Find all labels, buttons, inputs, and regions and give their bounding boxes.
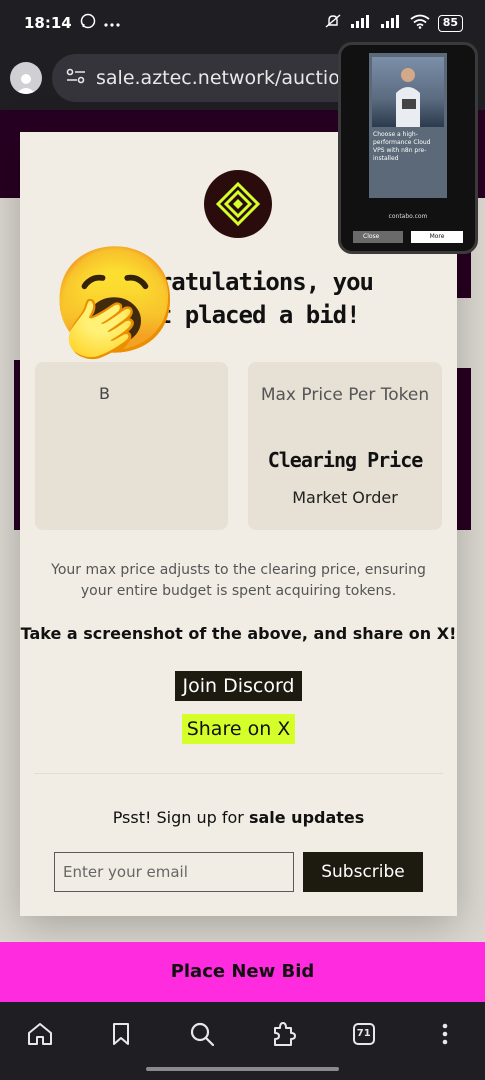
more-notifications-icon	[104, 14, 120, 32]
ad-headline: Choose a high-performance Cloud VPS with…	[373, 131, 431, 162]
person-illustration	[396, 68, 420, 127]
share-on-x-button[interactable]: Share on X	[182, 714, 295, 744]
signup-bold: sale updates	[248, 808, 365, 827]
order-type: Market Order	[292, 488, 398, 507]
signal-icon	[350, 14, 372, 32]
ad-close-button[interactable]: Close	[353, 231, 403, 243]
ad-more-button[interactable]: More	[411, 231, 463, 243]
ad-photo	[372, 57, 444, 127]
signup-text: Psst! Sign up for sale updates	[20, 808, 457, 827]
screenshot-cta: Take a screenshot of the above, and shar…	[20, 624, 457, 643]
signal-2-icon	[380, 14, 402, 32]
status-bar: 18:14 85	[0, 0, 485, 46]
wifi-icon	[410, 14, 430, 33]
max-price-value: Clearing Price	[267, 448, 424, 472]
url-text: sale.aztec.network/auction	[96, 67, 352, 89]
max-price-label: Max Price Per Token	[260, 385, 430, 405]
email-input[interactable]	[54, 852, 294, 892]
ad-creative: Choose a high-performance Cloud VPS with…	[369, 53, 447, 198]
home-icon[interactable]	[20, 1014, 60, 1054]
info-text: Your max price adjusts to the clearing p…	[51, 562, 426, 599]
join-discord-button[interactable]: Join Discord	[175, 671, 302, 701]
budget-label: B	[99, 384, 110, 403]
max-price-card: Max Price Per Token Clearing Price Marke…	[248, 362, 442, 530]
tabs-count: 71	[352, 1023, 375, 1045]
status-time: 18:14	[24, 14, 72, 32]
profile-avatar[interactable]	[10, 62, 42, 94]
floating-video-ad[interactable]: Choose a high-performance Cloud VPS with…	[338, 42, 478, 254]
aztec-logo	[204, 170, 272, 238]
aztec-diamond-icon	[216, 182, 260, 226]
bid-budget-card: B	[35, 362, 228, 530]
battery-indicator: 85	[437, 14, 463, 32]
bookmark-icon[interactable]	[101, 1014, 141, 1054]
tabs-button[interactable]: 71	[344, 1014, 384, 1054]
search-icon[interactable]	[182, 1014, 222, 1054]
divider	[34, 773, 443, 774]
mute-icon	[324, 13, 342, 33]
ad-domain: contabo.com	[388, 213, 428, 220]
whatsapp-icon	[80, 13, 96, 33]
subscribe-button[interactable]: Subscribe	[303, 852, 423, 892]
more-menu-icon[interactable]	[425, 1014, 465, 1054]
extensions-icon[interactable]	[263, 1014, 303, 1054]
site-settings-icon[interactable]	[66, 67, 86, 89]
home-indicator[interactable]	[146, 1067, 339, 1071]
place-new-bid-button[interactable]: Place New Bid	[0, 942, 485, 1002]
yawning-face-emoji: 🥱	[50, 239, 180, 361]
person-icon	[16, 74, 36, 94]
signup-prefix: Psst! Sign up for	[112, 808, 249, 827]
